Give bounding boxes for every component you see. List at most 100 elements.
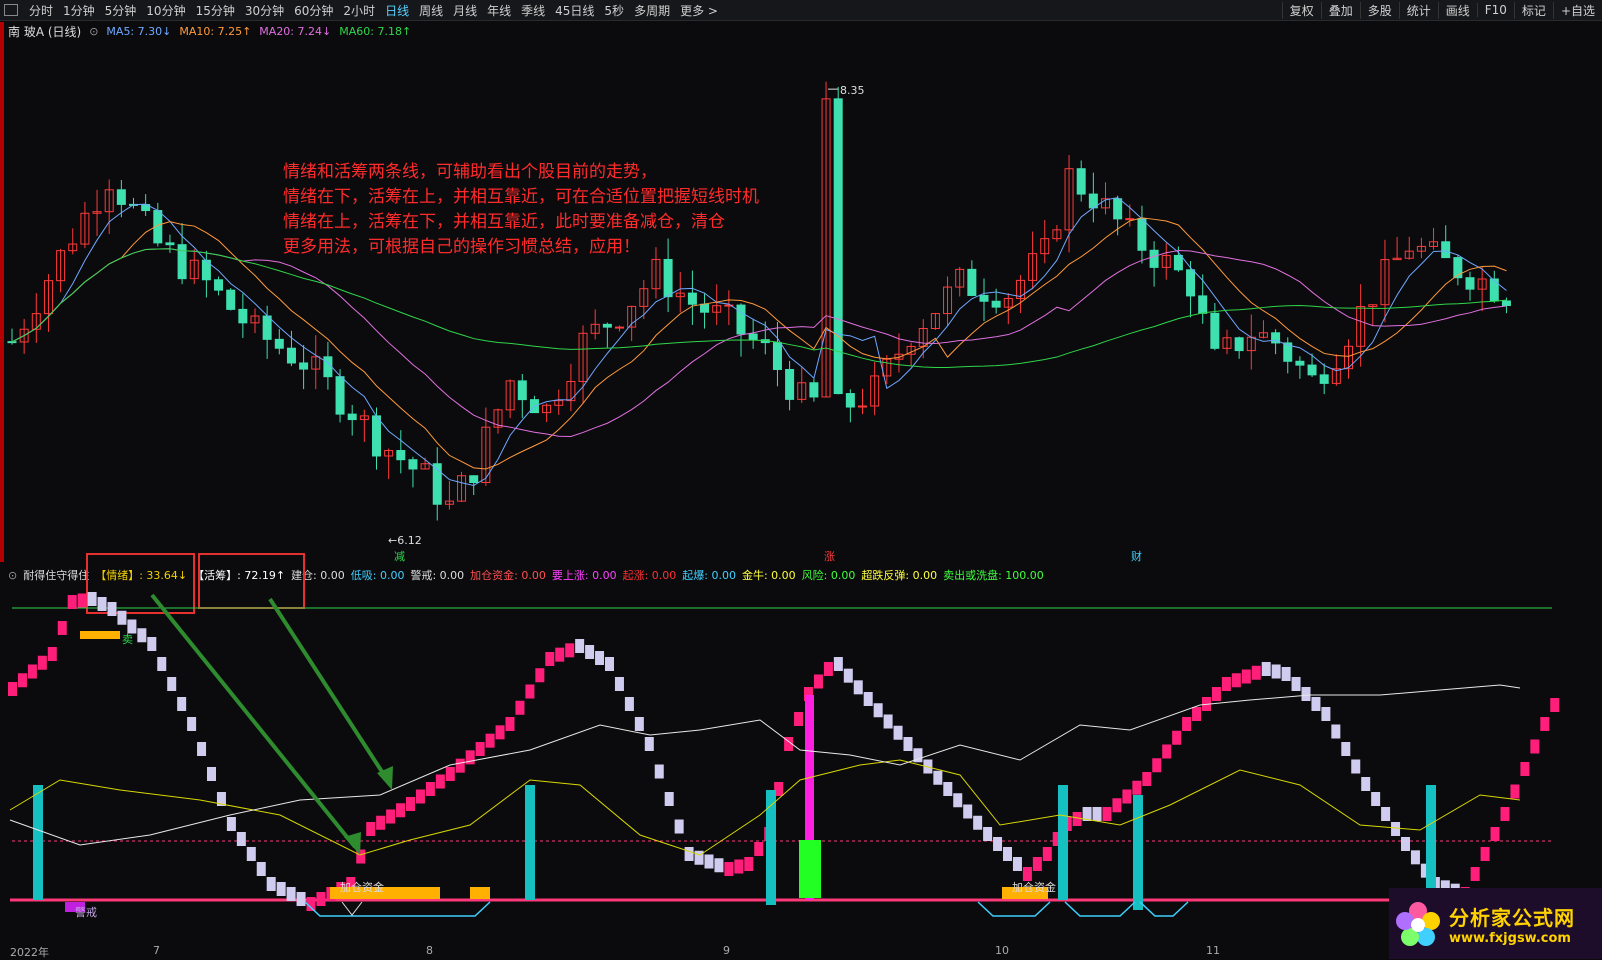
emotion-block-down	[595, 651, 605, 665]
period-tab[interactable]: 多周期	[629, 2, 675, 19]
emotion-block-up	[1192, 707, 1202, 721]
emotion-block-up	[1540, 717, 1550, 731]
emotion-block-up	[455, 758, 465, 773]
tool-button[interactable]: F10	[1476, 3, 1514, 17]
emotion-block-down	[644, 737, 654, 751]
candle-body	[1173, 254, 1183, 271]
period-tab[interactable]: 5分钟	[100, 2, 142, 19]
candle-body	[1319, 374, 1329, 384]
annotation-line: 情绪和活筹两条线，可辅助看出个股目前的走势，	[283, 162, 657, 182]
emotion-block-up	[425, 782, 435, 796]
period-tab[interactable]: 5秒	[599, 2, 629, 19]
candle-body	[602, 323, 612, 328]
ma-legend-item: MA10: 7.25↑	[179, 24, 252, 38]
emotion-block-down	[1371, 792, 1381, 806]
indicator-chart[interactable]: 加仓资金 加仓资金 卖警戒	[0, 585, 1602, 943]
axis-label: 8	[426, 944, 433, 957]
candle-body	[1113, 198, 1123, 220]
axis-label: 7	[153, 944, 160, 957]
emotion-block-up	[555, 647, 565, 662]
period-tab[interactable]: 季线	[516, 2, 550, 19]
period-tab[interactable]: 月线	[448, 2, 482, 19]
indicator-settings-icon[interactable]: ⊙	[8, 569, 17, 582]
emotion-block-up	[47, 647, 57, 661]
period-tab[interactable]: 日线	[380, 2, 414, 19]
period-tab[interactable]: 周线	[414, 2, 448, 19]
tool-button[interactable]: 统计	[1398, 1, 1438, 19]
add-fund-label: 加仓资金	[1012, 880, 1056, 894]
emotion-block-down	[117, 610, 127, 625]
candle-body	[809, 382, 819, 398]
candle-body	[785, 368, 795, 400]
period-tab[interactable]: 30分钟	[240, 2, 289, 19]
emotion-block-down	[575, 639, 585, 653]
candle-body	[1441, 241, 1451, 259]
period-tab[interactable]: 更多 >	[675, 2, 723, 19]
period-tab[interactable]: 1分钟	[58, 2, 100, 19]
period-tab[interactable]: 分时	[24, 2, 58, 19]
emotion-block-down	[1311, 697, 1321, 711]
emotion-block-up	[1072, 812, 1082, 826]
candle-body	[1501, 300, 1511, 307]
emotion-block-up	[535, 668, 545, 683]
emotion-block-down	[853, 680, 863, 695]
signal-bar	[766, 790, 776, 905]
indicator-value: 起涨: 0.00	[622, 569, 677, 582]
emotion-block-down	[883, 714, 893, 729]
candle-body	[663, 258, 673, 298]
emotion-block-down	[1401, 837, 1410, 851]
emotion-block-up	[27, 664, 37, 679]
emotion-block-down	[207, 767, 216, 781]
emotion-block-down	[714, 858, 724, 873]
tool-button[interactable]: +自选	[1552, 1, 1602, 19]
ma-legend: MA5: 7.30↓ MA10: 7.25↑ MA20: 7.24↓ MA60: 7.…	[106, 25, 419, 38]
emotion-block-up	[495, 725, 505, 740]
date-axis: 2022年 7 8 9 10 11	[0, 943, 1602, 959]
emotion-block-down	[664, 792, 674, 806]
emotion-block-up	[445, 767, 455, 781]
candle-body	[845, 393, 855, 408]
period-tab[interactable]: 年线	[482, 2, 516, 19]
candle-body	[1137, 218, 1147, 251]
warn-label: 警戒	[75, 905, 97, 919]
emotion-block-down	[1381, 807, 1391, 821]
period-tab[interactable]: 10分钟	[141, 2, 190, 19]
period-tab[interactable]: 45日线	[550, 2, 599, 19]
emotion-block-down	[993, 837, 1003, 851]
emotion-block-down	[296, 892, 306, 906]
ma-line	[11, 217, 1507, 470]
tool-button[interactable]: 复权	[1281, 1, 1321, 19]
candle-body	[299, 362, 309, 370]
period-tab[interactable]: 2小时	[338, 2, 380, 19]
period-tab[interactable]: 15分钟	[191, 2, 240, 19]
tool-button[interactable]: 叠加	[1320, 1, 1360, 19]
emotion-block-down	[107, 602, 117, 616]
emotion-block-down	[197, 742, 207, 756]
emotion-block-up	[1182, 717, 1192, 731]
emotion-block-up	[37, 655, 47, 670]
emotion-block-down	[1281, 667, 1291, 681]
add-fund-bar	[80, 631, 120, 639]
candlestick-chart[interactable]: 8.35 ←6.12 减 涨 财	[0, 40, 1602, 565]
emotion-block-up	[794, 712, 804, 726]
annotation-text: 情绪和活筹两条线，可辅助看出个股目前的走势， 情绪在下，活筹在上，并相互靠近，可…	[283, 160, 759, 260]
emotion-block-up	[734, 859, 744, 874]
settings-icon[interactable]: ⊙	[89, 25, 98, 38]
indicator-value: 起爆: 0.00	[682, 569, 736, 582]
panel-toggle-icon[interactable]	[4, 4, 18, 16]
candle-body	[335, 376, 345, 415]
tool-button[interactable]: 画线	[1437, 1, 1477, 19]
active-chip-line	[9, 684, 1521, 846]
main-legend: 南 玻A (日线) ⊙ MA5: 7.30↓ MA10: 7.25↑ MA20: 7…	[8, 22, 427, 40]
trough-bracket	[1064, 901, 1136, 917]
emotion-block-down	[1341, 742, 1351, 756]
period-tab[interactable]: 60分钟	[289, 2, 338, 19]
indicator-value: 低吸: 0.00	[350, 569, 405, 582]
candle-body	[262, 315, 272, 340]
candle-body	[1307, 364, 1317, 376]
tool-button[interactable]: 标记	[1513, 1, 1553, 19]
candle-body	[1076, 168, 1086, 195]
emotion-block-up	[316, 892, 326, 906]
candle-body	[274, 338, 284, 349]
tool-button[interactable]: 多股	[1359, 1, 1399, 19]
